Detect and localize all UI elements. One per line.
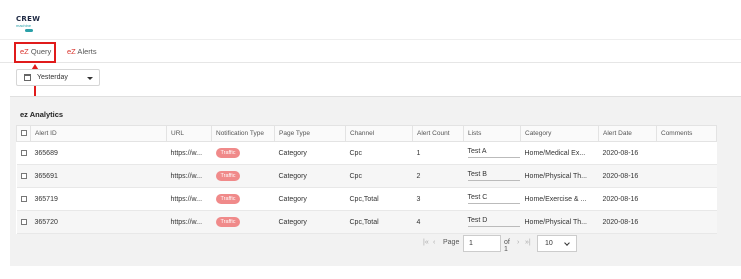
tab-ez-alerts[interactable]: eZ Alerts xyxy=(67,47,97,56)
category-cell: Home/Physical Th... xyxy=(520,164,599,188)
row-checkbox[interactable] xyxy=(20,218,27,225)
alert-date-cell: 2020-08-16 xyxy=(598,210,657,234)
select-all-cell[interactable] xyxy=(16,125,31,142)
page-number-input[interactable]: 1 xyxy=(463,235,501,252)
notification-type-cell: Traffic xyxy=(211,141,275,165)
row-select-cell[interactable] xyxy=(16,210,31,234)
url-link[interactable]: https://w... xyxy=(166,187,212,211)
chevron-down-icon xyxy=(87,77,93,80)
row-select-cell[interactable] xyxy=(16,187,31,211)
annotation-highlight-box xyxy=(14,42,56,63)
col-category[interactable]: Category xyxy=(520,125,599,142)
calendar-icon xyxy=(24,74,31,81)
category-cell: Home/Medical Ex... xyxy=(520,141,599,165)
col-url[interactable]: URL xyxy=(166,125,212,142)
channel-cell: Cpc xyxy=(345,141,413,165)
table-row: 365691 https://w... Traffic Category Cpc… xyxy=(16,164,717,188)
row-checkbox[interactable] xyxy=(20,149,27,156)
logo-text: CREW xyxy=(16,15,41,23)
alert-date-cell: 2020-08-16 xyxy=(598,164,657,188)
page-size-value: 10 xyxy=(545,240,553,247)
notification-type-cell: Traffic xyxy=(211,187,275,211)
traffic-badge: Traffic xyxy=(215,194,241,204)
page-type-cell: Category xyxy=(274,141,346,165)
page-label: Page xyxy=(443,239,460,246)
alert-id-cell: 365720 xyxy=(30,210,167,234)
url-link[interactable]: https://w... xyxy=(166,210,212,234)
date-range-value: Yesterday xyxy=(37,74,68,81)
page-type-cell: Category xyxy=(274,210,346,234)
page-type-cell: Category xyxy=(274,164,346,188)
comments-cell[interactable] xyxy=(656,187,717,211)
url-link[interactable]: https://w... xyxy=(166,141,212,165)
alert-count-cell: 3 xyxy=(412,187,464,211)
notification-type-cell: Traffic xyxy=(211,210,275,234)
next-page-button[interactable]: › xyxy=(517,239,519,246)
category-cell: Home/Physical Th... xyxy=(520,210,599,234)
tab-bar: eZ Query eZ Alerts xyxy=(0,39,741,63)
col-page-type[interactable]: Page Type xyxy=(274,125,346,142)
logo-subtext: machine xyxy=(16,23,32,28)
select-all-checkbox[interactable] xyxy=(21,130,27,137)
list-cell[interactable]: Test B xyxy=(463,164,521,188)
logo-mark xyxy=(25,29,33,32)
list-input[interactable]: Test D xyxy=(467,217,520,227)
page-type-cell: Category xyxy=(274,187,346,211)
col-notification-type[interactable]: Notification Type xyxy=(211,125,275,142)
comments-cell[interactable] xyxy=(656,210,717,234)
list-input[interactable]: Test B xyxy=(467,171,520,181)
col-alert-id[interactable]: Alert ID xyxy=(30,125,167,142)
table-header-row: Alert ID URL Notification Type Page Type… xyxy=(16,125,717,142)
crew-machine-logo: CREW machine xyxy=(16,16,44,36)
alert-date-cell: 2020-08-16 xyxy=(598,141,657,165)
traffic-badge: Traffic xyxy=(215,217,241,227)
table-row: 365719 https://w... Traffic Category Cpc… xyxy=(16,187,717,211)
alert-id-cell: 365691 xyxy=(30,164,167,188)
table-row: 365720 https://w... Traffic Category Cpc… xyxy=(16,210,717,234)
col-alert-count[interactable]: Alert Count xyxy=(412,125,464,142)
col-lists[interactable]: Lists xyxy=(463,125,521,142)
channel-cell: Cpc,Total xyxy=(345,187,413,211)
chevron-down-icon xyxy=(564,240,570,246)
traffic-badge: Traffic xyxy=(215,171,241,181)
list-input[interactable]: Test A xyxy=(467,148,520,158)
category-cell: Home/Exercise & ... xyxy=(520,187,599,211)
page-total-label: of 1 xyxy=(504,239,510,253)
tab-prefix: eZ xyxy=(67,47,76,56)
last-page-button[interactable]: »| xyxy=(525,239,531,246)
traffic-badge: Traffic xyxy=(215,148,241,158)
alert-count-cell: 1 xyxy=(412,141,464,165)
notification-type-cell: Traffic xyxy=(211,164,275,188)
channel-cell: Cpc,Total xyxy=(345,210,413,234)
list-input[interactable]: Test C xyxy=(467,194,520,204)
tab-label: Alerts xyxy=(75,47,97,56)
prev-page-button[interactable]: ‹ xyxy=(433,239,435,246)
url-link[interactable]: https://w... xyxy=(166,164,212,188)
row-select-cell[interactable] xyxy=(16,141,31,165)
page-number-value: 1 xyxy=(469,240,473,247)
col-channel[interactable]: Channel xyxy=(345,125,413,142)
list-cell[interactable]: Test C xyxy=(463,187,521,211)
row-checkbox[interactable] xyxy=(20,195,27,202)
comments-cell[interactable] xyxy=(656,141,717,165)
col-comments[interactable]: Comments xyxy=(656,125,717,142)
alert-count-cell: 4 xyxy=(412,210,464,234)
list-cell[interactable]: Test D xyxy=(463,210,521,234)
alert-id-cell: 365719 xyxy=(30,187,167,211)
row-checkbox[interactable] xyxy=(20,172,27,179)
table-row: 365689 https://w... Traffic Category Cpc… xyxy=(16,141,717,165)
col-alert-date[interactable]: Alert Date xyxy=(598,125,657,142)
comments-cell[interactable] xyxy=(656,164,717,188)
page-size-select[interactable]: 10 xyxy=(537,235,577,252)
channel-cell: Cpc xyxy=(345,164,413,188)
row-select-cell[interactable] xyxy=(16,164,31,188)
alert-date-cell: 2020-08-16 xyxy=(598,187,657,211)
panel-title: ez Analytics xyxy=(20,110,64,119)
alerts-table: Alert ID URL Notification Type Page Type… xyxy=(16,125,717,234)
date-range-select[interactable]: Yesterday xyxy=(16,69,100,86)
first-page-button[interactable]: |« xyxy=(423,239,429,246)
list-cell[interactable]: Test A xyxy=(463,141,521,165)
alert-count-cell: 2 xyxy=(412,164,464,188)
alert-id-cell: 365689 xyxy=(30,141,167,165)
